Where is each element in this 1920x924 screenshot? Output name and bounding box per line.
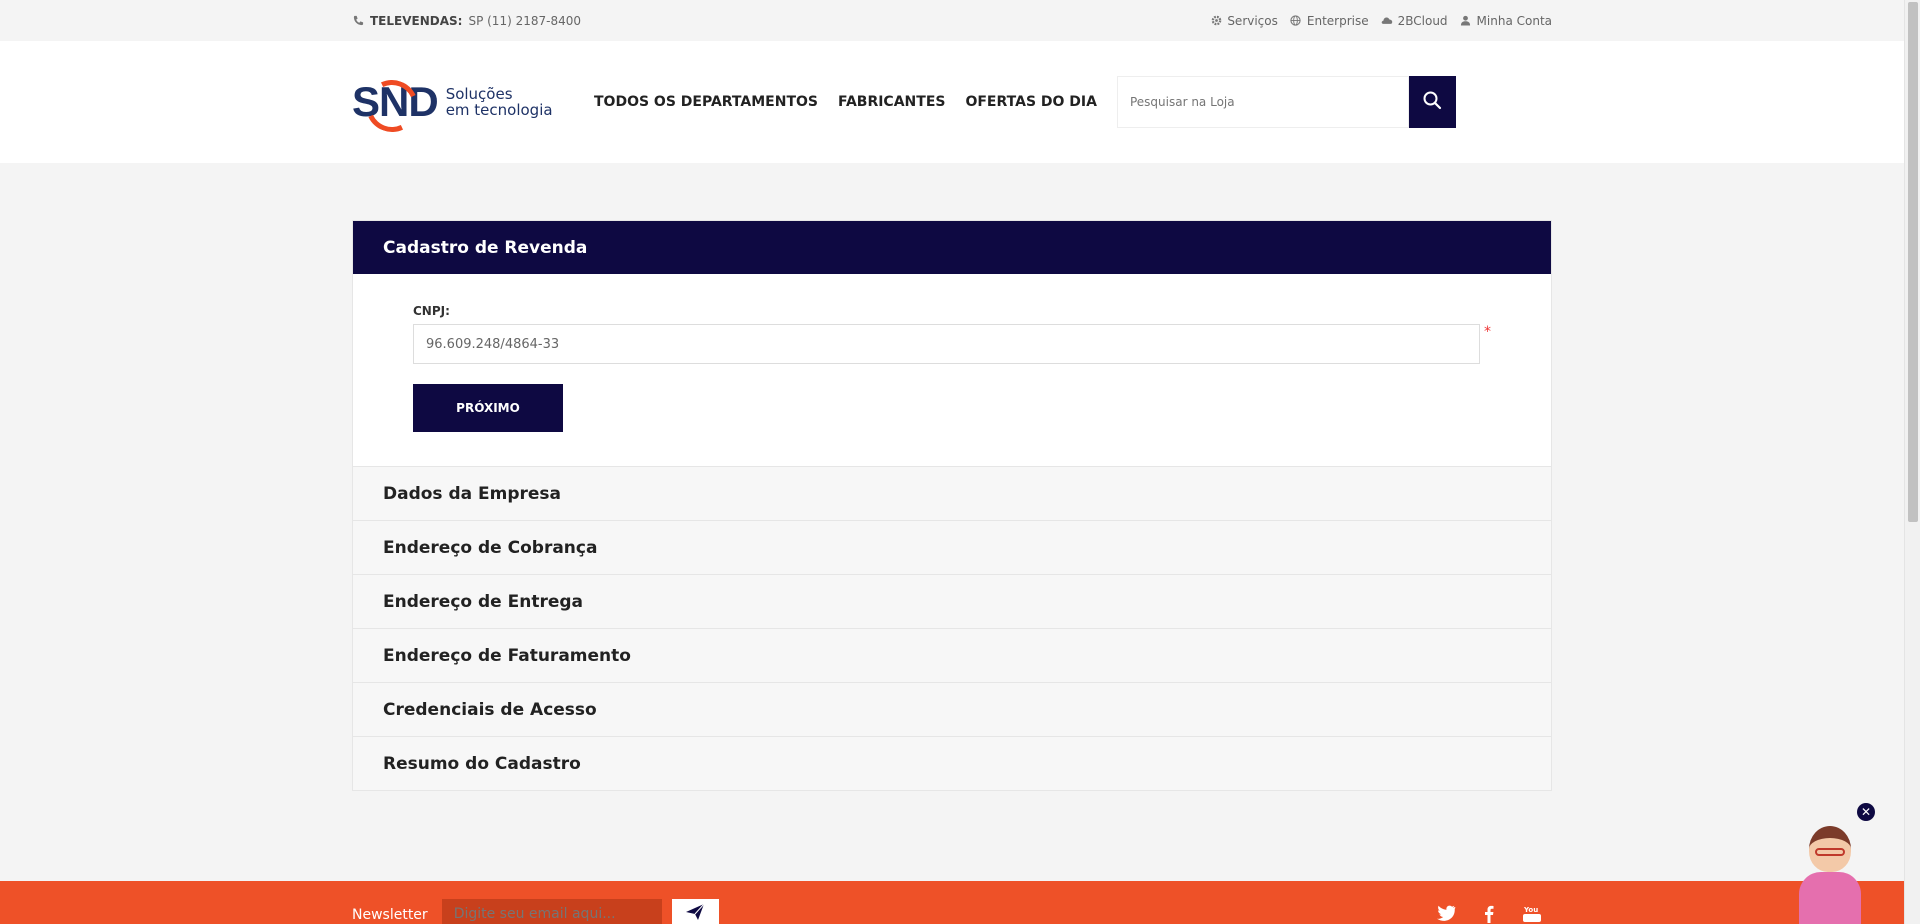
newsletter-label: Newsletter [352,907,428,923]
televendas: TELEVENDAS: SP (11) 2187-8400 [352,14,581,28]
chat-assistant-avatar[interactable] [1795,820,1865,924]
nav-todos-departamentos[interactable]: TODOS OS DEPARTAMENTOS [594,94,818,110]
next-button[interactable]: PRÓXIMO [413,384,563,432]
logo-tagline: Soluções em tecnologia [446,86,553,118]
step-endereco-faturamento[interactable]: Endereço de Faturamento [353,628,1551,682]
enterprise-label: Enterprise [1306,13,1369,28]
required-marker: * [1484,324,1491,340]
step-resumo-cadastro[interactable]: Resumo do Cadastro [353,736,1551,790]
logo-wordmark: SND [352,72,439,140]
page: TELEVENDAS: SP (11) 2187-8400 Serviços E… [0,0,1904,924]
social-links: You [1436,905,1542,924]
svg-text:You: You [1523,906,1538,914]
minha-conta-label: Minha Conta [1476,13,1552,28]
enterprise-link[interactable]: Enterprise [1290,14,1369,28]
search-icon [1422,90,1442,114]
avatar-body [1799,872,1861,924]
cnpj-row: * [413,324,1491,364]
newsletter-email-input[interactable] [441,899,662,924]
nav-ofertas-do-dia[interactable]: OFERTAS DO DIA [965,94,1097,110]
vertical-scrollbar[interactable] [1904,0,1920,924]
snd-logo[interactable]: SND Soluções em tecnologia [352,72,572,140]
send-icon [685,903,705,924]
search-input[interactable] [1116,76,1409,128]
top-links: Serviços Enterprise 2BCloud Minha Conta [1210,14,1552,28]
scrollbar-thumb[interactable] [1908,2,1918,522]
minha-conta-link[interactable]: Minha Conta [1460,14,1552,28]
twitter-icon[interactable] [1436,905,1456,924]
youtube-icon[interactable]: You [1522,905,1542,924]
cnpj-label: CNPJ: [413,304,450,318]
servicos-link[interactable]: Serviços [1210,14,1278,28]
globe-icon [1290,15,1302,27]
step-credenciais-acesso[interactable]: Credenciais de Acesso [353,682,1551,736]
search-bar [1116,76,1456,128]
footer: Newsletter You [0,881,1904,924]
cnpj-step: CNPJ: * PRÓXIMO [353,274,1551,466]
phone-icon [352,15,364,27]
servicos-label: Serviços [1227,13,1278,28]
newsletter-submit-button[interactable] [671,899,719,924]
cnpj-input[interactable] [413,324,1480,364]
facebook-icon[interactable] [1484,905,1494,924]
header: SND Soluções em tecnologia TODOS OS DEPA… [0,41,1904,163]
close-icon[interactable]: ✕ [1857,803,1875,821]
cadastro-revenda-panel: Cadastro de Revenda CNPJ: * PRÓXIMO Dado… [352,220,1552,791]
televendas-label: TELEVENDAS: [370,13,463,28]
user-icon [1460,15,1472,27]
gear-icon [1210,15,1222,27]
main-nav: TODOS OS DEPARTAMENTOS FABRICANTES OFERT… [594,94,1097,110]
logo-tagline-line-2: em tecnologia [445,101,553,119]
2bcloud-label: 2BCloud [1397,13,1448,28]
search-button[interactable] [1408,76,1456,128]
step-endereco-cobranca[interactable]: Endereço de Cobrança [353,520,1551,574]
nav-fabricantes[interactable]: FABRICANTES [838,94,945,110]
2bcloud-link[interactable]: 2BCloud [1381,14,1448,28]
panel-title: Cadastro de Revenda [353,221,1551,274]
step-endereco-entrega[interactable]: Endereço de Entrega [353,574,1551,628]
cloud-icon [1381,15,1393,27]
step-dados-empresa[interactable]: Dados da Empresa [353,466,1551,520]
avatar-glasses [1815,848,1845,856]
televendas-number: SP (11) 2187-8400 [468,13,581,28]
topbar: TELEVENDAS: SP (11) 2187-8400 Serviços E… [0,0,1904,41]
logo-tagline-line-1: Soluções [445,85,513,103]
